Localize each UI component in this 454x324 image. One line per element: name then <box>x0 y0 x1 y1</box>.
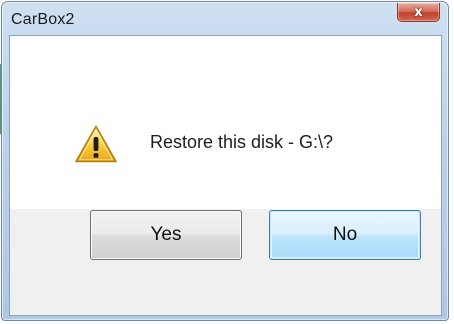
title-bar[interactable]: CarBox2 x <box>2 2 448 36</box>
window-title: CarBox2 <box>11 11 75 28</box>
screen: CarBox2 x Restore this disk - G:\? Yes N… <box>0 0 454 324</box>
no-button[interactable]: No <box>269 210 421 260</box>
dialog-message: Restore this disk - G:\? <box>150 132 334 152</box>
message-dialog: CarBox2 x Restore this disk - G:\? <box>1 1 449 321</box>
message-area: Restore this disk - G:\? <box>10 36 441 209</box>
yes-button[interactable]: Yes <box>90 210 242 260</box>
close-button[interactable]: x <box>397 3 440 22</box>
close-icon: x <box>414 4 423 20</box>
dialog-client-area: Restore this disk - G:\? <box>9 35 442 316</box>
warning-icon <box>75 125 117 163</box>
